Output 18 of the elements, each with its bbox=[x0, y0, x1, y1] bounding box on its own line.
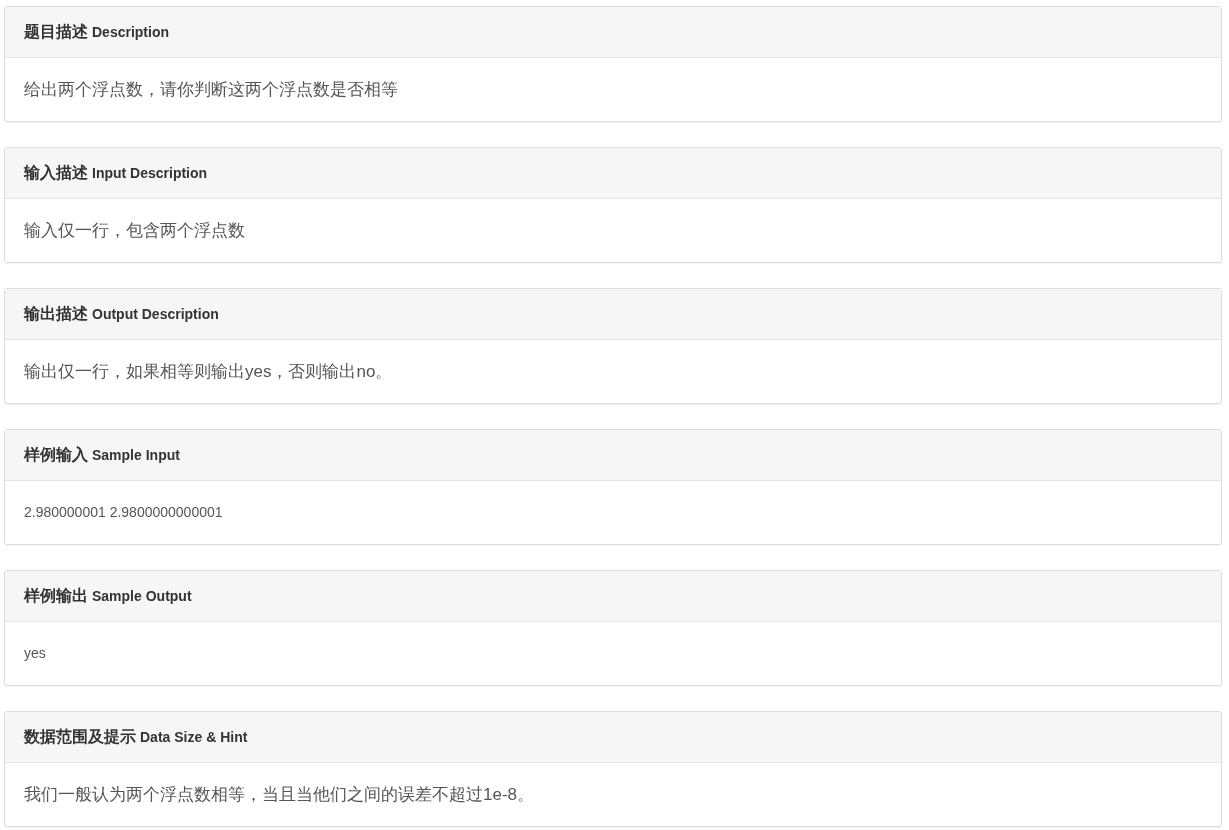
sample-text: 2.980000001 2.9800000000001 bbox=[24, 503, 223, 522]
description-text: 给出两个浮点数，请你判断这两个浮点数是否相等 bbox=[24, 78, 398, 101]
heading-subtitle: Sample Input bbox=[92, 445, 180, 465]
description-text: 输出仅一行，如果相等则输出yes，否则输出no。 bbox=[24, 360, 393, 383]
heading-title: 样例输出 bbox=[24, 586, 88, 606]
sample-text: yes bbox=[24, 644, 46, 663]
description-text: 我们一般认为两个浮点数相等，当且当他们之间的误差不超过1e-8。 bbox=[24, 783, 535, 806]
heading-subtitle: Output Description bbox=[92, 304, 219, 324]
heading-title: 输入描述 bbox=[24, 163, 88, 183]
description-text: 输入仅一行，包含两个浮点数 bbox=[24, 219, 245, 242]
heading-subtitle: Data Size & Hint bbox=[140, 727, 248, 747]
heading-title: 题目描述 bbox=[24, 22, 88, 42]
heading-subtitle: Description bbox=[92, 22, 169, 42]
heading-title: 样例输入 bbox=[24, 445, 88, 465]
heading-title: 数据范围及提示 bbox=[24, 727, 136, 747]
heading-subtitle: Sample Output bbox=[92, 586, 192, 606]
heading-subtitle: Input Description bbox=[92, 163, 208, 183]
heading-title: 输出描述 bbox=[24, 304, 88, 324]
